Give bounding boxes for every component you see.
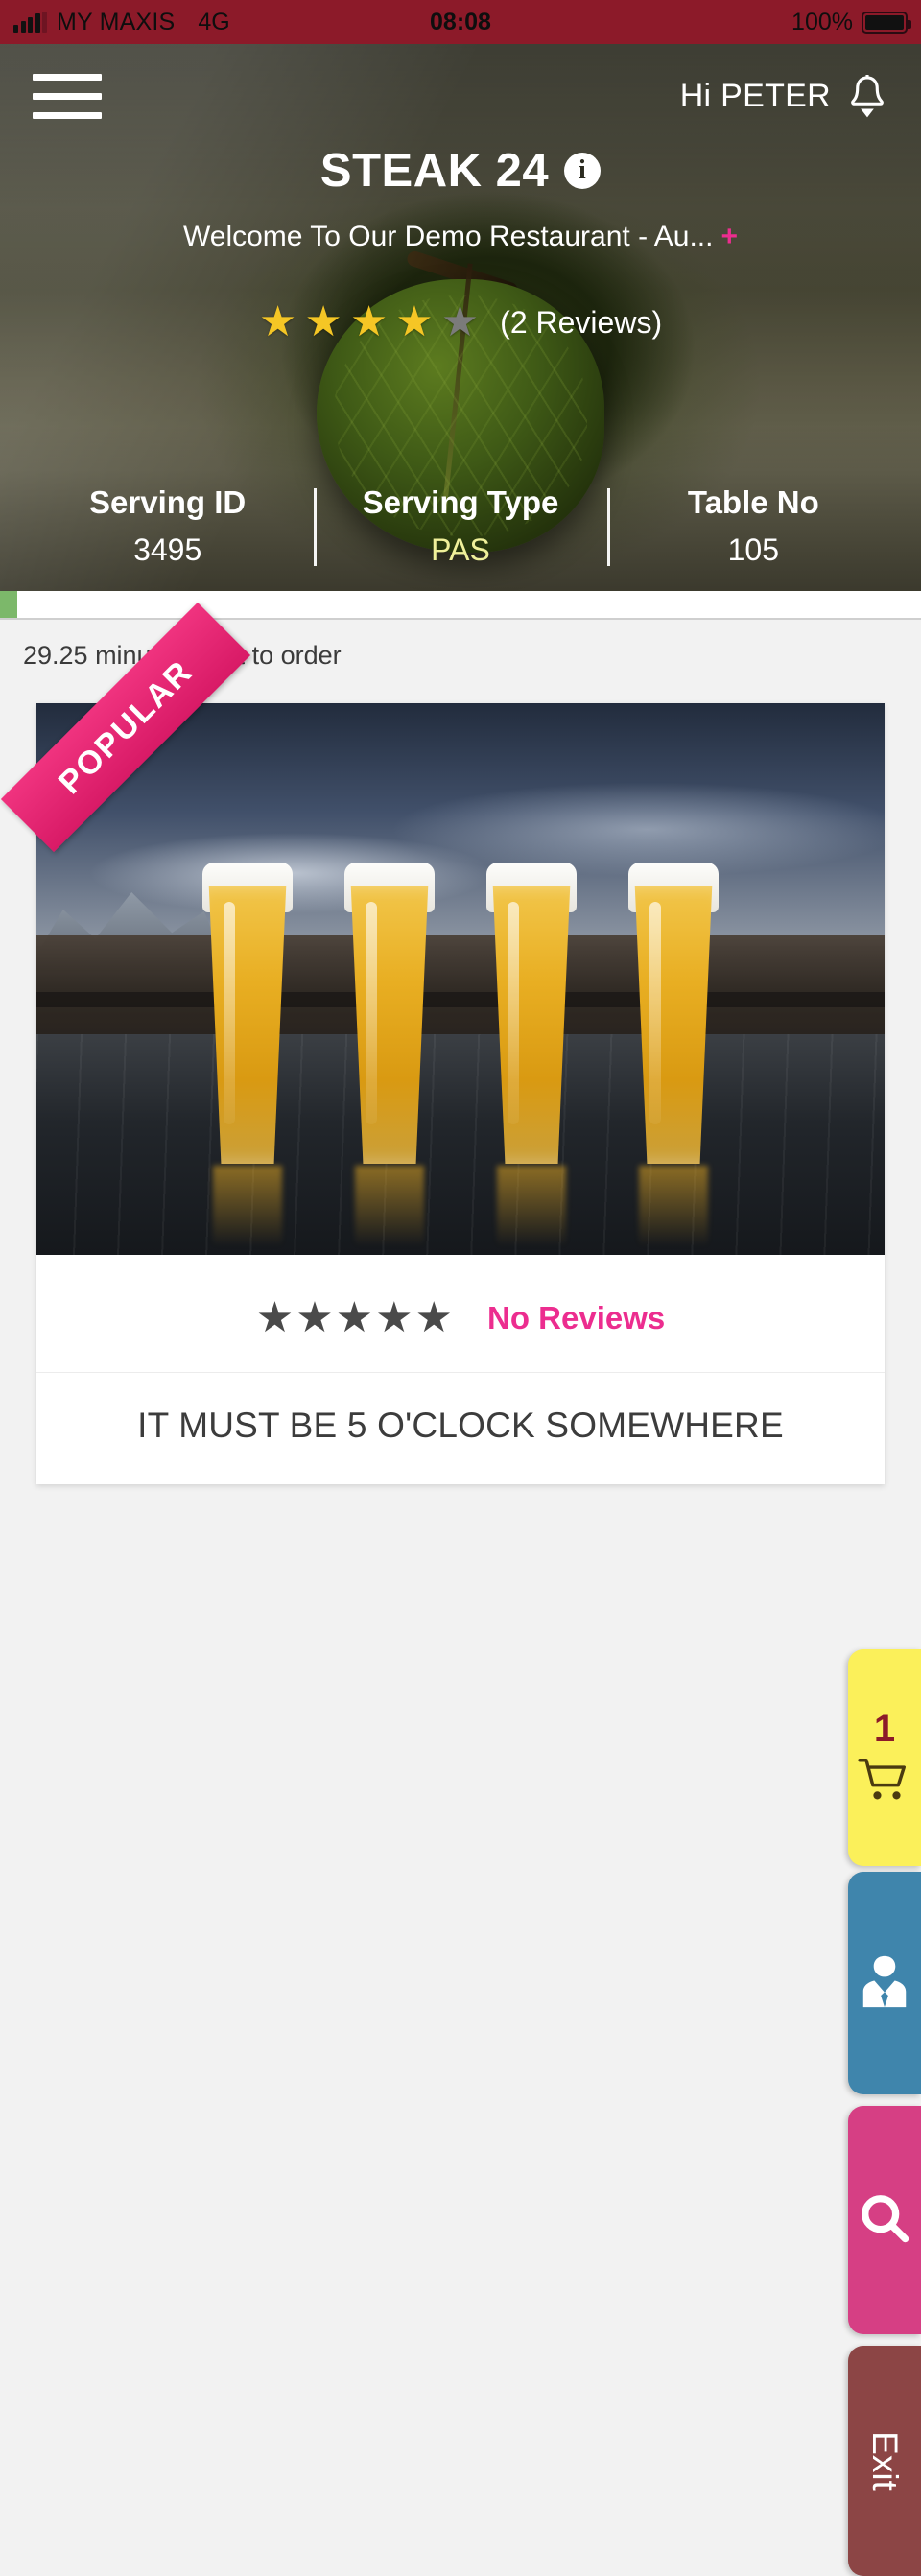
beer-glass: [623, 863, 724, 1246]
menu-item-stars: ★ ★ ★ ★ ★: [256, 1297, 453, 1339]
star-icon: ★: [304, 298, 342, 345]
status-bar-left: MY MAXIS 4G: [13, 9, 230, 36]
serving-type-value: PAS: [431, 532, 490, 567]
table-no-value: 105: [727, 532, 780, 567]
signal-strength-icon: [13, 12, 47, 33]
menu-item-reviews-label[interactable]: No Reviews: [487, 1300, 665, 1336]
app-top-bar: Hi PETER: [0, 44, 921, 119]
battery-percentage: 100%: [791, 8, 853, 35]
star-icon-empty: ★: [295, 1294, 334, 1341]
star-icon: ★: [349, 298, 389, 345]
menu-item-image[interactable]: [36, 703, 885, 1255]
serving-type-label: Serving Type: [362, 484, 559, 520]
progress-fill: [0, 591, 17, 618]
menu-item-title: IT MUST BE 5 O'CLOCK SOMEWHERE: [36, 1372, 885, 1484]
carrier-name: MY MAXIS: [57, 8, 176, 35]
reviews-count[interactable]: (2 Reviews): [500, 305, 662, 341]
exit-tab[interactable]: Exit: [848, 2346, 921, 2576]
search-icon: [858, 2191, 911, 2250]
cart-count-badge: 1: [873, 1708, 896, 1750]
restaurant-rating[interactable]: ★ ★ ★ ★ ★ (2 Reviews): [0, 301, 921, 343]
hamburger-icon[interactable]: [33, 73, 102, 119]
serving-id-block: Serving ID 3495: [21, 484, 314, 568]
serving-type-block: Serving Type PAS: [314, 484, 606, 568]
beer-glass: [339, 863, 440, 1246]
info-icon[interactable]: i: [564, 153, 602, 189]
menu-item-rating-row[interactable]: ★ ★ ★ ★ ★ No Reviews: [36, 1255, 885, 1372]
restaurant-tagline: Welcome To Our Demo Restaurant - Au...: [183, 221, 714, 252]
menu-item-card[interactable]: POPULAR ★ ★ ★ ★ ★ No Reviews IT MUST BE …: [0, 602, 885, 1484]
status-bar-right: 100%: [791, 8, 911, 36]
status-bar: MY MAXIS 4G 08:08 100%: [0, 0, 921, 44]
cart-icon: [858, 1757, 911, 1808]
restaurant-tagline-row: Welcome To Our Demo Restaurant - Au... +: [0, 221, 921, 253]
bell-icon[interactable]: [846, 73, 888, 119]
exit-tab-label: Exit: [865, 2431, 905, 2491]
waiter-icon: [859, 1952, 910, 2015]
cart-tab[interactable]: 1: [848, 1649, 921, 1866]
call-waiter-tab[interactable]: [848, 1872, 921, 2094]
beer-glass: [481, 863, 582, 1246]
star-icon-empty: ★: [335, 1294, 374, 1341]
restaurant-hero: Hi PETER STEAK 24 i Welcome To Our Demo …: [0, 44, 921, 591]
serving-info-row: Serving ID 3495 Serving Type PAS Table N…: [0, 484, 921, 568]
image-beer-glasses: [36, 863, 885, 1246]
serving-id-value: 3495: [133, 532, 202, 567]
search-tab[interactable]: [848, 2106, 921, 2334]
page-title: STEAK 24: [319, 145, 550, 197]
star-icon-empty: ★: [375, 1294, 413, 1341]
star-icon-empty: ★: [414, 1294, 453, 1341]
serving-id-label: Serving ID: [89, 484, 247, 520]
greeting-text: Hi PETER: [679, 77, 831, 114]
star-icon: ★: [258, 298, 297, 345]
battery-icon: [862, 11, 911, 34]
greeting-area: Hi PETER: [680, 73, 888, 119]
order-time-progress-bar: [0, 591, 921, 620]
star-icon-empty: ★: [440, 298, 480, 345]
star-icon: ★: [395, 298, 434, 345]
table-no-block: Table No 105: [606, 484, 900, 568]
network-type: 4G: [198, 8, 230, 35]
table-no-label: Table No: [687, 484, 819, 520]
star-icon-empty: ★: [255, 1294, 295, 1341]
expand-tagline-button[interactable]: +: [720, 221, 738, 252]
beer-glass: [197, 863, 298, 1246]
restaurant-name-row: STEAK 24 i: [0, 144, 921, 198]
